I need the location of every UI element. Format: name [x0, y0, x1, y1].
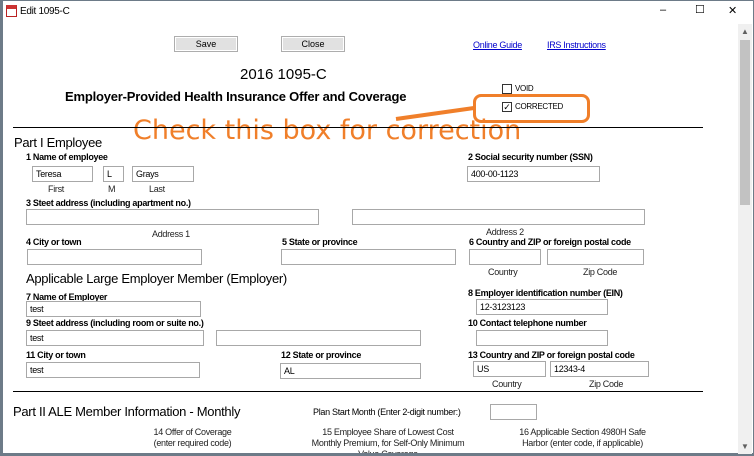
- employer-name-input[interactable]: test: [26, 301, 201, 317]
- plan-start-label: Plan Start Month (Enter 2-digit number:): [313, 407, 461, 417]
- zip-caption: Zip Code: [583, 267, 618, 277]
- employer-street-label: 9 Steet address (including room or suite…: [26, 318, 204, 328]
- void-checkbox[interactable]: [502, 84, 512, 94]
- employer-title: Applicable Large Employer Member (Employ…: [26, 271, 287, 286]
- middle-initial-input[interactable]: L: [103, 166, 124, 182]
- phone-label: 10 Contact telephone number: [468, 318, 587, 328]
- scroll-thumb[interactable]: [740, 40, 750, 205]
- street-label: 3 Steet address (including apartment no.…: [26, 198, 191, 208]
- minimize-button[interactable]: –: [660, 4, 666, 16]
- employer-city-input[interactable]: test: [26, 362, 200, 378]
- part1-title: Part I Employee: [14, 135, 102, 150]
- address1-caption: Address 1: [152, 229, 190, 239]
- first-name-input[interactable]: Teresa: [32, 166, 93, 182]
- zip-label: 6 Country and ZIP or foreign postal code: [469, 237, 631, 247]
- middle-caption: M: [108, 184, 116, 194]
- employee-name-label: 1 Name of employee: [26, 152, 108, 162]
- last-caption: Last: [149, 184, 165, 194]
- employer-zip-label: 13 Country and ZIP or foreign postal cod…: [468, 350, 635, 360]
- app-icon: [6, 5, 17, 17]
- last-name-input[interactable]: Grays: [132, 166, 194, 182]
- close-window-button[interactable]: ✕: [728, 4, 737, 17]
- city-label: 4 City or town: [26, 237, 82, 247]
- employer-address2-input[interactable]: [216, 330, 421, 346]
- address1-input[interactable]: [26, 209, 319, 225]
- employer-zip-caption: Zip Code: [589, 379, 624, 389]
- employer-country-caption: Country: [492, 379, 522, 389]
- annotation-text: Check this box for correction: [133, 115, 522, 146]
- form-title: 2016 1095-C: [240, 66, 327, 83]
- employer-address1-input[interactable]: test: [26, 330, 204, 346]
- col16-header: 16 Applicable Section 4980H Safe Harbor …: [519, 427, 646, 448]
- country-caption: Country: [488, 267, 518, 277]
- scroll-up-icon[interactable]: ▲: [741, 27, 749, 36]
- window-frame: [0, 0, 754, 456]
- maximize-button[interactable]: ☐: [695, 3, 705, 16]
- address2-caption: Address 2: [486, 227, 524, 237]
- window-title: Edit 1095-C: [20, 6, 70, 17]
- plan-start-input[interactable]: [490, 404, 537, 420]
- state-input[interactable]: [281, 249, 456, 265]
- ein-input[interactable]: 12-3123123: [476, 299, 608, 315]
- phone-input[interactable]: [476, 330, 608, 346]
- void-label: VOID: [515, 84, 534, 93]
- employer-city-label: 11 City or town: [26, 350, 86, 360]
- employer-country-input[interactable]: US: [473, 361, 546, 377]
- close-button[interactable]: Close: [281, 36, 345, 52]
- ssn-label: 2 Social security number (SSN): [468, 152, 593, 162]
- employer-state-input[interactable]: AL: [280, 363, 421, 379]
- col15-header: 15 Employee Share of Lowest Cost Monthly…: [311, 427, 465, 453]
- address2-input[interactable]: [352, 209, 645, 225]
- save-button[interactable]: Save: [174, 36, 238, 52]
- city-input[interactable]: [27, 249, 202, 265]
- form-subtitle: Employer-Provided Health Insurance Offer…: [65, 89, 407, 104]
- country-input[interactable]: [469, 249, 541, 265]
- irs-instructions-link[interactable]: IRS Instructions: [547, 40, 606, 50]
- divider-2: [13, 391, 703, 392]
- scroll-down-icon[interactable]: ▼: [741, 442, 749, 451]
- ein-label: 8 Employer identification number (EIN): [468, 288, 623, 298]
- col14-header: 14 Offer of Coverage (enter required cod…: [153, 427, 232, 448]
- part2-title: Part II ALE Member Information - Monthly: [13, 404, 241, 419]
- vertical-scrollbar[interactable]: ▲ ▼: [738, 24, 752, 454]
- state-label: 5 State or province: [282, 237, 358, 247]
- online-guide-link[interactable]: Online Guide: [473, 40, 522, 50]
- divider: [13, 127, 703, 128]
- employer-zip-input[interactable]: 12343-4: [550, 361, 649, 377]
- first-caption: First: [48, 184, 64, 194]
- ssn-input[interactable]: 400-00-1123: [467, 166, 600, 182]
- zip-input[interactable]: [547, 249, 644, 265]
- employer-state-label: 12 State or province: [281, 350, 362, 360]
